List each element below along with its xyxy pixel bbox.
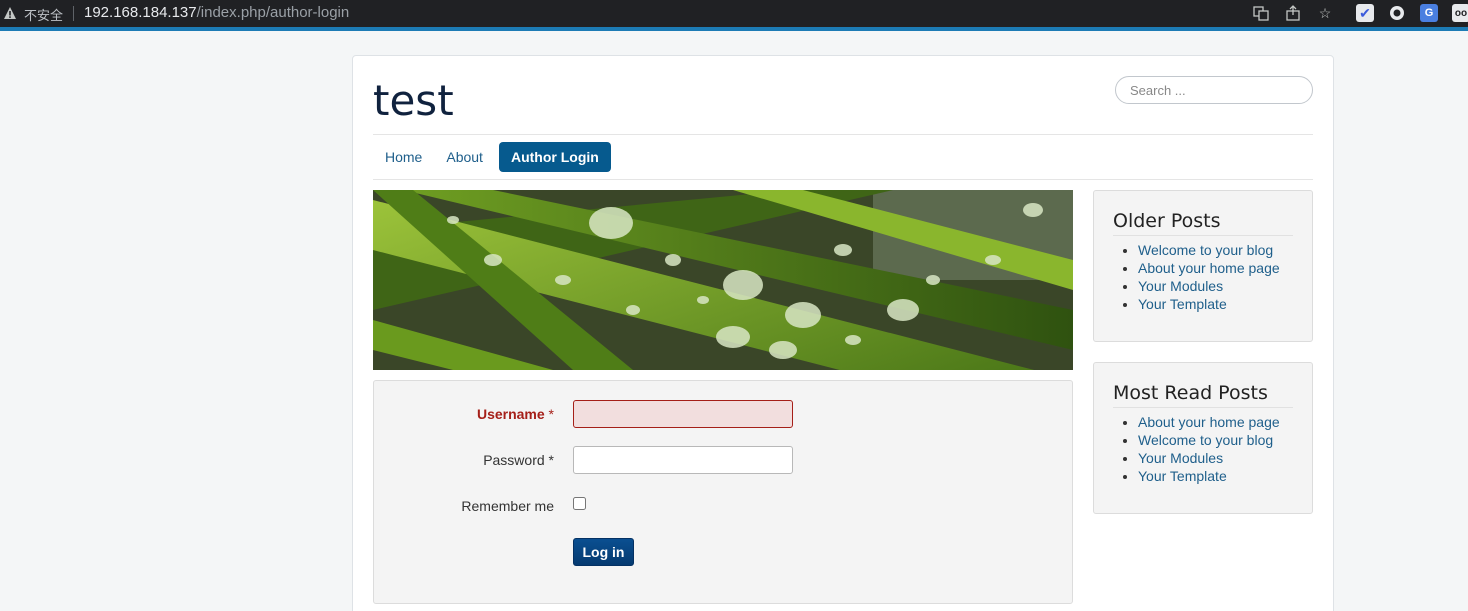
post-link[interactable]: Your Modules bbox=[1138, 450, 1223, 466]
share-icon[interactable] bbox=[1284, 4, 1302, 22]
most-read-list: About your home page Welcome to your blo… bbox=[1138, 413, 1280, 485]
extension-icon[interactable]: ✔ bbox=[1356, 4, 1374, 22]
banner-image bbox=[373, 190, 1073, 370]
list-item: Welcome to your blog bbox=[1138, 241, 1280, 259]
most-read-module: Most Read Posts About your home page Wel… bbox=[1093, 362, 1313, 514]
bookmark-star-icon[interactable]: ☆ bbox=[1316, 4, 1334, 22]
url-path: /index.php/author-login bbox=[196, 4, 350, 21]
older-posts-module: Older Posts Welcome to your blog About y… bbox=[1093, 190, 1313, 342]
divider bbox=[1113, 235, 1293, 236]
list-item: Your Modules bbox=[1138, 449, 1280, 467]
module-title: Most Read Posts bbox=[1113, 382, 1268, 404]
remember-checkbox[interactable] bbox=[573, 497, 586, 510]
page-container: test Home About Author Login bbox=[352, 55, 1334, 611]
google-translate-icon[interactable]: G bbox=[1420, 4, 1438, 22]
older-posts-list: Welcome to your blog About your home pag… bbox=[1138, 241, 1280, 313]
nav-item-author-login[interactable]: Author Login bbox=[498, 142, 611, 172]
url-text[interactable]: 192.168.184.137/index.php/author-login bbox=[84, 4, 349, 21]
list-item: About your home page bbox=[1138, 413, 1280, 431]
post-link[interactable]: Your Template bbox=[1138, 468, 1227, 484]
url-host: 192.168.184.137 bbox=[84, 4, 197, 21]
remember-label: Remember me bbox=[461, 498, 554, 514]
post-link[interactable]: Your Template bbox=[1138, 296, 1227, 312]
password-row: Password * bbox=[374, 446, 1074, 474]
divider bbox=[73, 6, 74, 21]
nav-item-home[interactable]: Home bbox=[373, 142, 434, 172]
list-item: Your Template bbox=[1138, 467, 1280, 485]
divider bbox=[1113, 407, 1293, 408]
divider bbox=[373, 134, 1313, 135]
extension-circle-icon[interactable] bbox=[1388, 4, 1406, 22]
module-title: Older Posts bbox=[1113, 210, 1221, 232]
list-item: About your home page bbox=[1138, 259, 1280, 277]
post-link[interactable]: Your Modules bbox=[1138, 278, 1223, 294]
site-title[interactable]: test bbox=[373, 76, 454, 125]
browser-address-bar[interactable]: 不安全 192.168.184.137/index.php/author-log… bbox=[0, 0, 1468, 27]
list-item: Your Template bbox=[1138, 295, 1280, 313]
security-label: 不安全 bbox=[24, 8, 64, 23]
username-label: Username * bbox=[476, 406, 554, 422]
remember-row: Remember me bbox=[374, 492, 1074, 520]
post-link[interactable]: About your home page bbox=[1138, 414, 1280, 430]
password-label: Password * bbox=[483, 452, 554, 468]
login-button[interactable]: Log in bbox=[573, 538, 634, 566]
post-link[interactable]: About your home page bbox=[1138, 260, 1280, 276]
list-item: Welcome to your blog bbox=[1138, 431, 1280, 449]
divider bbox=[373, 179, 1313, 180]
extension-oo-icon[interactable]: oo bbox=[1452, 4, 1468, 22]
login-form: Username * Password * Remember me Log in bbox=[373, 380, 1073, 604]
main-nav: Home About Author Login bbox=[373, 142, 611, 172]
post-link[interactable]: Welcome to your blog bbox=[1138, 242, 1273, 258]
translate-icon[interactable] bbox=[1252, 4, 1270, 22]
nav-item-about[interactable]: About bbox=[434, 142, 495, 172]
post-link[interactable]: Welcome to your blog bbox=[1138, 432, 1273, 448]
list-item: Your Modules bbox=[1138, 277, 1280, 295]
warning-icon[interactable] bbox=[3, 6, 17, 20]
password-field[interactable] bbox=[573, 446, 793, 474]
search-input[interactable] bbox=[1115, 76, 1313, 104]
accent-bar bbox=[0, 27, 1468, 31]
username-row: Username * bbox=[374, 400, 1074, 428]
username-field[interactable] bbox=[573, 400, 793, 428]
